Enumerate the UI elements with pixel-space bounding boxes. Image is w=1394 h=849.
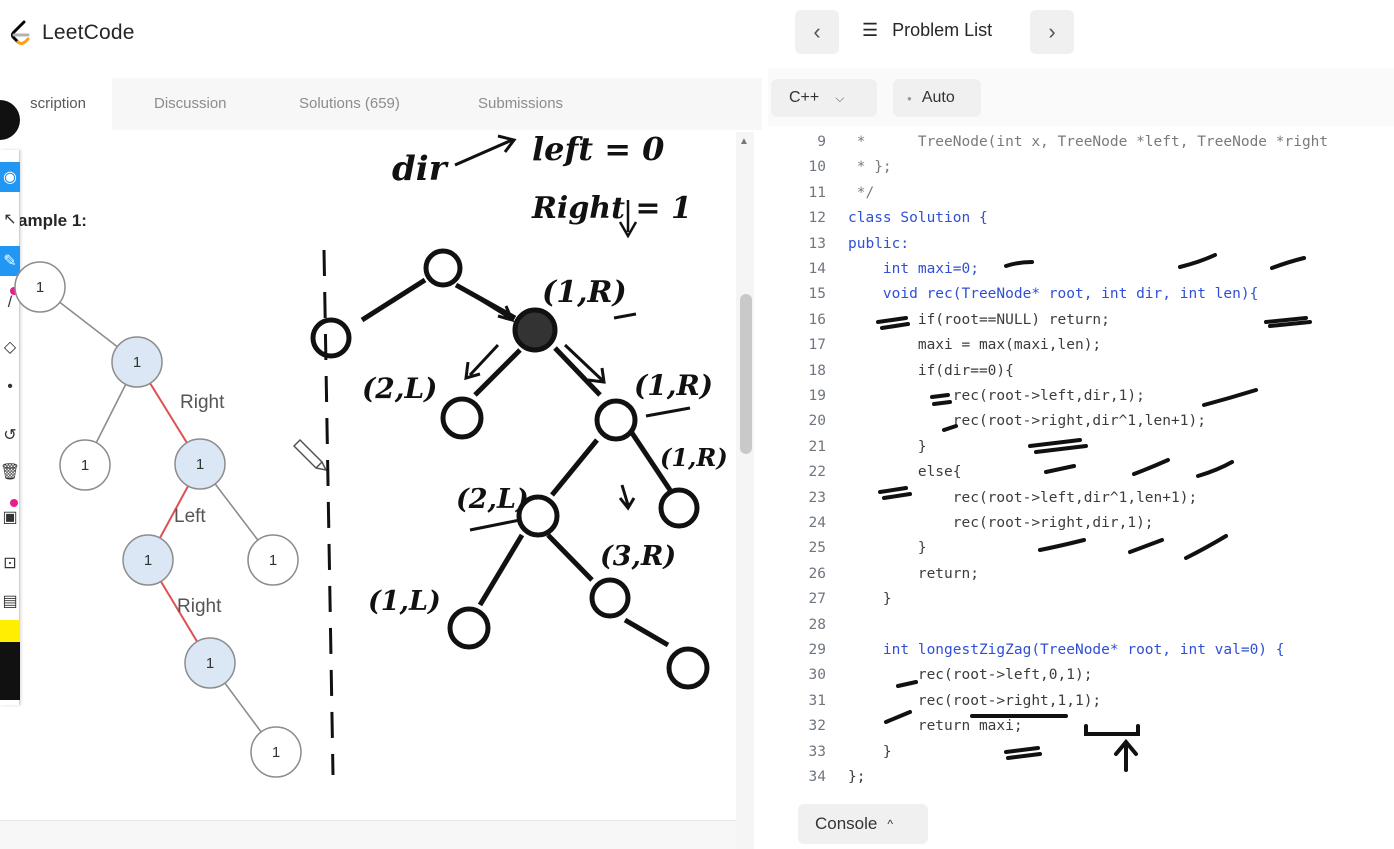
code-annotation-marks: [876, 253, 1312, 772]
